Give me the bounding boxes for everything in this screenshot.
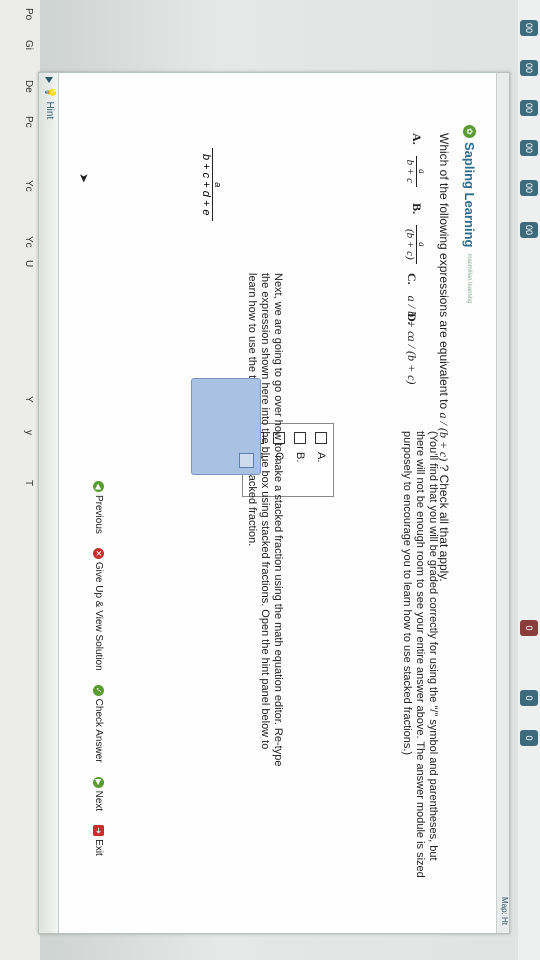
equation-slot[interactable] [239,453,254,468]
question-expression: a / (b + c) [437,412,451,462]
strip-badge[interactable]: 0 [520,620,538,636]
answer-input-box[interactable] [191,378,261,475]
strip-badge[interactable]: 00 [520,140,538,156]
left-spreadsheet-strip: 00 00 00 00 00 00 0 0 0 [518,0,540,960]
fraction-denominator: b + c [404,155,417,187]
photo-frame: 00 00 00 00 00 00 0 0 0 Po Gi De Pc Yc Y… [0,0,540,960]
checkbox-a[interactable]: A. [315,432,327,462]
strip-badge[interactable]: 00 [520,20,538,36]
logo-text: Sapling Learning [462,142,477,248]
sidebar-label[interactable]: U [23,260,34,267]
option-d: D. a / (b + c) [404,313,419,384]
next-button[interactable]: ▶ Next [93,776,104,812]
arrow-left-icon: ◀ [93,481,104,492]
checkbox-square[interactable] [315,432,327,444]
next-label: Next [93,790,104,812]
fraction-numerator: a [213,182,223,188]
sapling-leaf-icon: ✿ [463,125,476,138]
previous-button[interactable]: ◀ Previous [93,481,104,534]
hint-bar: 💡Hint ▼ [39,73,59,933]
sidebar-label[interactable]: De [23,80,34,93]
sidebar-label[interactable]: Yc [23,180,34,192]
check-icon: ✓ [93,684,104,696]
sapling-window: Map: Ht ✿ Sapling Learning macmillan lea… [38,72,510,934]
option-label: A. [409,133,424,145]
fraction-denominator: (b + c) [404,225,417,264]
window-top-bar: Map: Ht [496,73,509,933]
option-fraction: a (b + c) [404,225,427,264]
check-answer-label: Check Answer [93,698,104,763]
strip-badge[interactable]: 0 [520,730,538,746]
checkbox-square[interactable] [294,432,306,444]
checkbox-b[interactable]: B. [294,432,306,462]
checkbox-label: A. [315,452,327,463]
check-answer-button[interactable]: ✓ Check Answer [93,684,104,763]
option-label: C. [405,273,419,285]
option-expression: a / (b + c) [405,335,419,385]
hint-label: Hint [44,101,55,120]
fraction-numerator: a [417,242,427,247]
strip-badge[interactable]: 00 [520,222,538,238]
fraction-denominator: b + c + d + e [200,148,213,222]
rotated-screen: 00 00 00 00 00 00 0 0 0 Po Gi De Pc Yc Y… [0,0,540,960]
expand-arrow-icon [45,77,54,83]
arrow-right-icon: ▶ [93,776,104,788]
give-up-button[interactable]: ✕ Give Up & View Solution [93,547,104,671]
right-sidebar-strip: Po Gi De Pc Yc Yc U Y y T [0,0,40,960]
instructions-text: Next, we are going to go over how to mak… [246,273,284,767]
strip-badge[interactable]: 0 [520,690,538,706]
exit-button[interactable]: ➜ Exit [93,825,104,856]
option-fraction: a b + c [404,155,427,187]
hint-toggle[interactable]: 💡 Hint [44,77,55,119]
strip-badge[interactable]: 00 [520,180,538,196]
exit-icon: ➜ [93,825,104,837]
checkbox-label: B. [294,452,306,463]
map-link[interactable]: Map: Ht [500,897,509,925]
strip-badge[interactable]: 00 [520,100,538,116]
strip-badge[interactable]: 00 [520,60,538,76]
sidebar-label[interactable]: Pc [23,116,34,128]
sidebar-label[interactable]: T [23,480,34,486]
close-icon: ✕ [93,547,104,559]
option-label: D. [405,313,419,325]
option-label: B. [409,203,424,215]
logo-tagline: macmillan learning [466,253,473,304]
question-prefix: Which of the following expressions are e… [437,133,451,413]
option-b: B. a (b + c) [404,203,427,264]
sapling-logo: ✿ Sapling Learning macmillan learning [462,125,477,304]
lightbulb-icon: 💡 [44,86,55,99]
previous-label: Previous [93,495,104,534]
navigation-bar: ◀ Previous ✕ Give Up & View Solution ✓ Chec… [93,481,104,856]
option-a: A. a b + c [404,133,427,187]
exit-label: Exit [93,839,104,856]
sidebar-label[interactable]: Gi [23,40,34,50]
sidebar-label[interactable]: y [23,430,34,435]
question-suffix: ? Check all that apply. [437,461,451,582]
example-fraction: a b + c + d + e [200,148,223,222]
sidebar-label[interactable]: Y [23,396,34,403]
sidebar-label[interactable]: Po [23,8,34,20]
mouse-cursor-icon: ➤ [77,173,91,184]
fraction-numerator: a [417,169,427,174]
note-text: (You'll find that you will be graded cor… [401,431,439,878]
give-up-label: Give Up & View Solution [93,561,104,671]
sidebar-label[interactable]: Yc [23,236,34,248]
